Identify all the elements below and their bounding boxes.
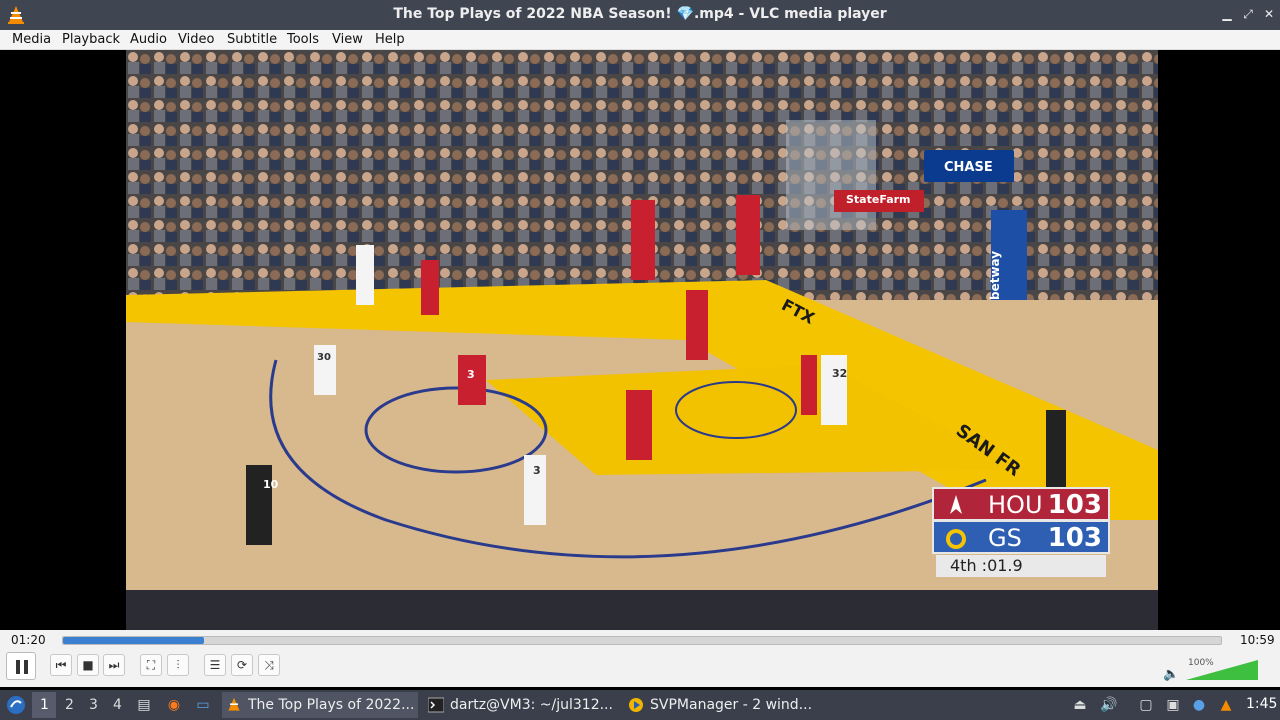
volume-slider[interactable] (1186, 660, 1258, 680)
home-team-score: 103 (1047, 490, 1102, 520)
menu-media[interactable]: Media (12, 32, 51, 47)
scoreboard: HOU 103 GS 103 4th :01.9 (932, 487, 1110, 577)
previous-icon[interactable]: ⏮ (50, 654, 72, 676)
workspace-2[interactable]: 2 (65, 697, 74, 713)
away-team-name: GS (988, 524, 1022, 552)
close-button[interactable]: ✕ (1262, 7, 1276, 21)
video-area[interactable]: CHASE StateFarm betway FTX SAN FR 30 3 3… (0, 50, 1280, 630)
menu-audio[interactable]: Audio (130, 32, 167, 47)
next-icon[interactable]: ⏭ (103, 654, 125, 676)
jersey-number: 3 (533, 464, 541, 477)
workspace-3[interactable]: 3 (89, 697, 98, 713)
stop-icon[interactable]: ■ (77, 654, 99, 676)
title-bar: The Top Plays of 2022 NBA Season! 💎.mp4 … (0, 0, 1280, 30)
total-duration: 10:59 (1240, 633, 1275, 647)
task-svpmanager[interactable]: SVPManager - 2 wind... (624, 692, 820, 718)
taskbar: 1 2 3 4 ▤ ◉ ▭ The Top Plays of 2022... d… (0, 690, 1280, 720)
playlist-icon[interactable]: ☰ (204, 654, 226, 676)
jersey-number: 32 (832, 367, 848, 380)
clipboard-icon[interactable]: ▢ (1136, 695, 1156, 715)
task-label: The Top Plays of 2022... (248, 697, 415, 713)
vlc-icon (228, 697, 240, 711)
updates-icon[interactable]: ● (1189, 695, 1209, 715)
seek-progress (63, 637, 205, 644)
menu-bar: Media Playback Audio Video Subtitle Tool… (0, 30, 1280, 50)
pause-button[interactable] (6, 652, 36, 680)
firefox-icon[interactable]: ◉ (164, 695, 184, 715)
statefarm-sign: StateFarm (846, 193, 911, 206)
eject-icon[interactable]: ⏏ (1070, 695, 1090, 715)
terminal-icon (428, 697, 444, 713)
svp-icon (629, 698, 643, 712)
task-vlc[interactable]: The Top Plays of 2022... (222, 692, 418, 718)
warriors-logo-icon (946, 529, 966, 549)
scoreboard-hou-row: HOU 103 (932, 487, 1110, 521)
workspace-1[interactable]: 1 (40, 697, 49, 713)
desktop-icon[interactable]: ▭ (193, 695, 213, 715)
fullscreen-icon[interactable]: ⛶ (140, 654, 162, 676)
extended-settings-icon[interactable]: ⫶ (167, 654, 189, 676)
file-manager-icon[interactable]: ▤ (134, 695, 154, 715)
vlc-window: The Top Plays of 2022 NBA Season! 💎.mp4 … (0, 0, 1280, 720)
shuffle-icon[interactable]: ⤨ (258, 654, 280, 676)
menu-help[interactable]: Help (375, 32, 405, 47)
task-terminal[interactable]: dartz@VM3: ~/jul312... (424, 692, 620, 718)
scoreboard-gs-row: GS 103 (932, 520, 1110, 554)
away-team-score: 103 (1047, 523, 1102, 553)
maximize-button[interactable]: ⤢ (1241, 7, 1255, 21)
volume-tray-icon[interactable]: 🔊 (1099, 695, 1119, 715)
display-icon[interactable]: ▣ (1163, 695, 1183, 715)
workspace-4[interactable]: 4 (113, 697, 122, 713)
vlc-tray-icon[interactable]: ▲ (1216, 695, 1236, 715)
clock: 1:45 (1246, 696, 1278, 712)
menu-video[interactable]: Video (178, 32, 214, 47)
home-team-name: HOU (988, 491, 1043, 519)
jersey-number: 3 (467, 368, 475, 381)
seek-slider[interactable] (62, 636, 1222, 645)
jersey-number: 10 (263, 478, 279, 491)
elapsed-time: 01:20 (11, 633, 46, 647)
rockets-logo-icon (950, 495, 962, 514)
window-title: The Top Plays of 2022 NBA Season! 💎.mp4 … (393, 6, 887, 22)
speaker-icon[interactable]: 🔈 (1163, 667, 1179, 682)
menu-tools[interactable]: Tools (287, 32, 319, 47)
menu-playback[interactable]: Playback (62, 32, 120, 47)
game-clock: 4th :01.9 (936, 555, 1106, 577)
playback-controls: 01:20 10:59 ⏮ ■ ⏭ ⛶ ⫶ ☰ ⟳ ⤨ 🔈 100% (0, 630, 1280, 687)
menu-subtitle[interactable]: Subtitle (227, 32, 277, 47)
loop-icon[interactable]: ⟳ (231, 654, 253, 676)
task-label: dartz@VM3: ~/jul312... (450, 697, 613, 713)
betway-sign: betway (988, 250, 1002, 300)
start-menu-icon[interactable] (6, 695, 26, 715)
task-label: SVPManager - 2 wind... (650, 697, 813, 713)
menu-view[interactable]: View (332, 32, 363, 47)
jersey-number: 30 (317, 352, 331, 363)
chase-sign: CHASE (944, 160, 993, 175)
minimize-button[interactable]: ▁ (1220, 7, 1234, 21)
